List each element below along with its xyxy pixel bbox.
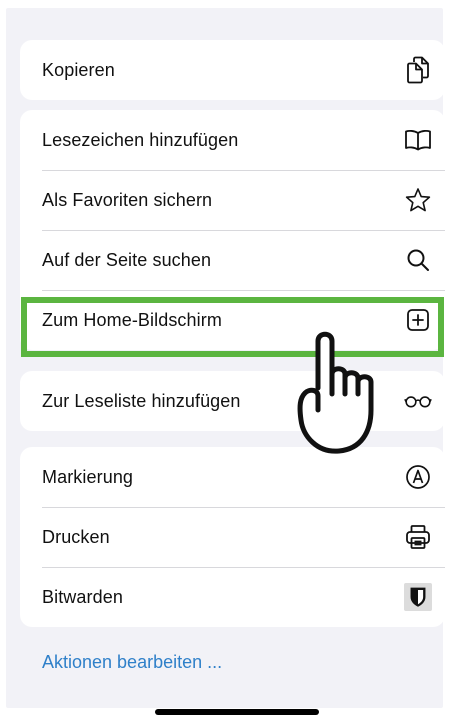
menu-group-copy: Kopieren xyxy=(20,40,445,100)
pointing-hand-icon xyxy=(290,328,396,462)
bitwarden-shield-icon xyxy=(404,583,432,611)
menu-item-find-on-page[interactable]: Auf der Seite suchen xyxy=(20,230,445,290)
copy-icon xyxy=(404,56,432,84)
menu-group-page-actions: Lesezeichen hinzufügen Als Favoriten sic… xyxy=(20,110,445,350)
search-icon xyxy=(404,246,432,274)
edit-actions-link[interactable]: Aktionen bearbeiten ... xyxy=(42,652,222,673)
menu-group-more-actions: Markierung Drucken Bitwarden xyxy=(20,447,445,627)
star-icon xyxy=(404,186,432,214)
menu-item-copy[interactable]: Kopieren xyxy=(20,40,445,100)
book-icon xyxy=(404,126,432,154)
menu-item-bitwarden[interactable]: Bitwarden xyxy=(20,567,445,627)
menu-item-label: Drucken xyxy=(42,526,110,547)
markup-pen-icon xyxy=(404,463,432,491)
printer-icon xyxy=(404,523,432,551)
menu-item-add-bookmark[interactable]: Lesezeichen hinzufügen xyxy=(20,110,445,170)
menu-item-label: Markierung xyxy=(42,466,134,487)
menu-item-add-favorite[interactable]: Als Favoriten sichern xyxy=(20,170,445,230)
add-square-icon xyxy=(404,306,432,334)
menu-item-label: Auf der Seite suchen xyxy=(42,249,212,270)
menu-item-label: Bitwarden xyxy=(42,586,123,607)
menu-item-label: Kopieren xyxy=(42,59,115,80)
menu-item-label: Zur Leseliste hinzufügen xyxy=(42,390,241,411)
home-indicator[interactable] xyxy=(155,709,319,715)
menu-item-label: Lesezeichen hinzufügen xyxy=(42,129,239,150)
menu-item-print[interactable]: Drucken xyxy=(20,507,445,567)
menu-item-label: Zum Home-Bildschirm xyxy=(42,309,222,330)
menu-item-label: Als Favoriten sichern xyxy=(42,189,213,210)
glasses-icon xyxy=(404,387,432,415)
